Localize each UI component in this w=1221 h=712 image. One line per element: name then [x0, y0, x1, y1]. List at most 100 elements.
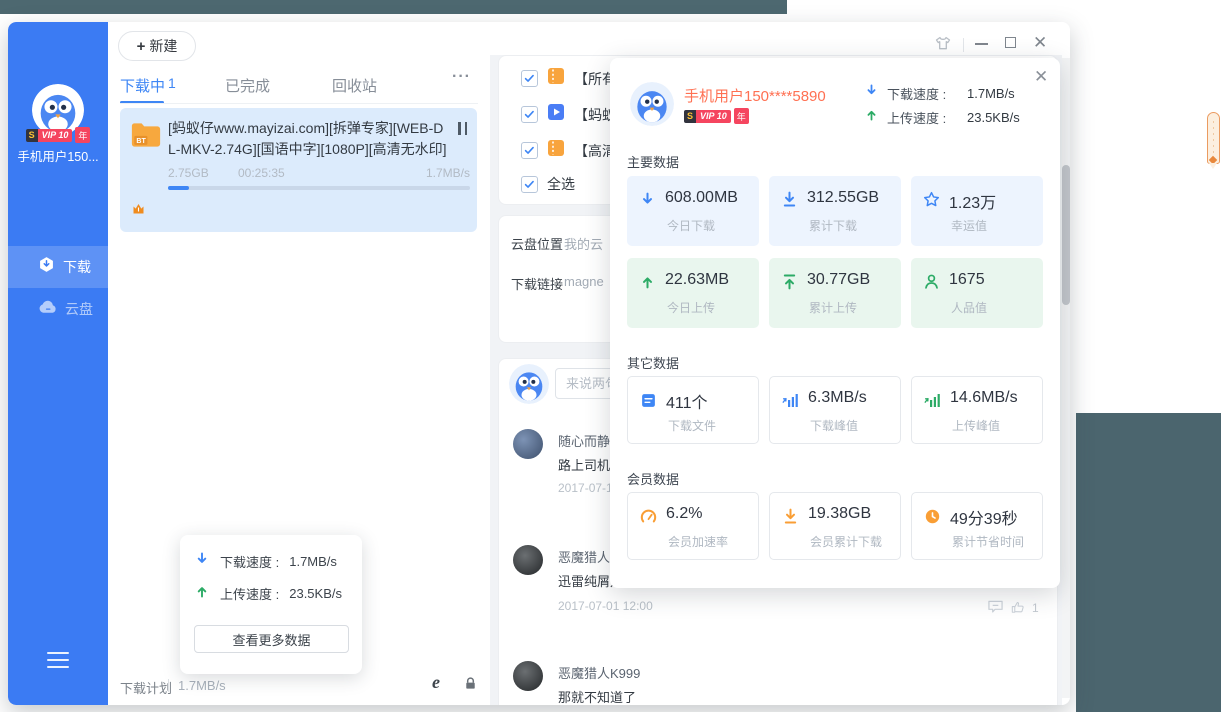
- new-task-label: 新建: [149, 36, 177, 56]
- download-plan-label[interactable]: 下载计划: [120, 678, 172, 697]
- view-more-data-button[interactable]: 查看更多数据: [194, 625, 349, 653]
- minimize-button[interactable]: [975, 43, 988, 45]
- speedometer-icon: [640, 508, 657, 530]
- section-other-data: 其它数据: [627, 353, 679, 372]
- popup-upload-label: 上传速度 :: [220, 584, 279, 603]
- stat-value: 14.6MB/s: [950, 389, 1018, 407]
- vip-coin-icon: S: [684, 110, 696, 123]
- lock-icon[interactable]: [463, 676, 478, 696]
- select-all-row: 全选: [521, 174, 575, 194]
- download-hexagon-icon: [38, 256, 55, 278]
- app-window: SVIP 10年 手机用户150... 下载 云盘 + 新建 ✕ 下载中 1 已…: [8, 22, 1070, 705]
- maximize-button[interactable]: [1005, 37, 1016, 48]
- download-arrow-icon: [639, 191, 656, 213]
- task-size: 2.75GB: [168, 166, 209, 180]
- plus-icon: +: [137, 38, 146, 55]
- upload-arrow-icon: [194, 583, 210, 604]
- cloud-location-label: 云盘位置: [511, 234, 563, 253]
- sidebar-item-download[interactable]: 下载: [8, 246, 108, 288]
- stat-label: 会员加速率: [668, 533, 728, 550]
- checkbox-checked[interactable]: [521, 106, 538, 123]
- sidebar-username: 手机用户150...: [8, 146, 108, 165]
- progress-fill: [168, 186, 189, 190]
- chart-peak-icon: [782, 392, 799, 413]
- commenter-avatar[interactable]: [513, 429, 543, 459]
- download-to-bar-icon: [781, 191, 798, 213]
- stat-label: 人品值: [951, 299, 987, 316]
- dialog-download-value: 1.7MB/s: [967, 86, 1015, 101]
- tab-recycle-bin[interactable]: 回收站: [332, 75, 377, 96]
- section-member-data: 会员数据: [627, 469, 679, 488]
- scrollbar-thumb[interactable]: [1062, 165, 1070, 305]
- hamburger-menu-icon[interactable]: [47, 652, 69, 673]
- widget-dots: [1213, 121, 1214, 155]
- user-stats-dialog: ✕ 手机用户150****5890 SVIP 10年 下载速度 : 1.7MB/…: [610, 58, 1060, 588]
- bt-folder-icon: BT: [130, 120, 162, 154]
- stat-card-file-count: 411个 下载文件: [627, 376, 759, 444]
- sidebar: SVIP 10年 手机用户150... 下载 云盘: [8, 22, 108, 705]
- cloud-location-value[interactable]: 我的云: [564, 234, 603, 253]
- reply-bubble-icon[interactable]: [987, 599, 1004, 617]
- commenter-name[interactable]: 恶魔猎人K999: [558, 663, 640, 682]
- tab-completed[interactable]: 已完成: [225, 75, 270, 96]
- stat-label: 下载文件: [668, 417, 716, 434]
- person-icon: [923, 273, 940, 295]
- clock-icon: [924, 508, 941, 530]
- stat-label: 下载峰值: [810, 417, 858, 434]
- new-task-button[interactable]: + 新建: [118, 31, 196, 61]
- sidebar-cloud-label: 云盘: [65, 299, 93, 319]
- stat-value: 19.38GB: [808, 505, 871, 523]
- stat-value: 49分39秒: [950, 505, 1018, 529]
- more-options-icon[interactable]: ···: [452, 68, 471, 86]
- checkbox-select-all[interactable]: [521, 176, 538, 193]
- vip-level-badge: VIP 10: [38, 129, 73, 142]
- stat-value: 6.2%: [666, 505, 702, 523]
- stat-card-download-peak: 6.3MB/s 下载峰值: [769, 376, 901, 444]
- commenter-avatar[interactable]: [513, 545, 543, 575]
- stat-value: 30.77GB: [807, 271, 870, 289]
- download-task-row[interactable]: BT [蚂蚁仔www.mayizai.com][拆弹专家][WEB-DL-MKV…: [120, 108, 477, 232]
- dialog-vip-badge: SVIP 10年: [684, 108, 749, 124]
- vip-badge: SVIP 10年: [8, 127, 108, 143]
- tab-divider: [120, 103, 478, 104]
- dialog-avatar: [630, 82, 674, 126]
- video-file-icon: [547, 103, 565, 126]
- download-link-label: 下载链接: [511, 274, 563, 293]
- tab-downloading[interactable]: 下载中: [120, 75, 165, 96]
- stat-card-member-boost: 6.2% 会员加速率: [627, 492, 759, 560]
- scrollbar-track[interactable]: [1062, 58, 1070, 698]
- commenter-avatar[interactable]: [513, 661, 543, 691]
- commenter-name[interactable]: 随心而静: [558, 431, 610, 450]
- dialog-upload-value: 23.5KB/s: [967, 110, 1020, 125]
- status-separator: [168, 679, 169, 692]
- speed-popup: 下载速度 : 1.7MB/s 上传速度 : 23.5KB/s 查看更多数据: [180, 535, 362, 674]
- stat-label: 今日下载: [667, 217, 715, 234]
- download-arrow-icon: [864, 83, 879, 103]
- floating-sidebar-widget[interactable]: [1207, 112, 1220, 164]
- checkbox-checked[interactable]: [521, 142, 538, 159]
- sidebar-download-label: 下载: [63, 257, 91, 277]
- stat-card-today-upload: 22.63MB 今日上传: [627, 258, 759, 328]
- vip-level-badge: VIP 10: [696, 110, 731, 123]
- browser-e-icon[interactable]: e: [432, 672, 440, 693]
- task-eta: 00:25:35: [238, 166, 285, 180]
- upload-arrow-icon: [864, 107, 879, 127]
- section-main-data: 主要数据: [627, 152, 679, 171]
- chart-peak-icon: [924, 392, 941, 413]
- stat-label: 累计下载: [809, 217, 857, 234]
- download-link-value[interactable]: magne: [564, 274, 604, 289]
- stat-label: 幸运值: [951, 217, 987, 234]
- stat-label: 今日上传: [667, 299, 715, 316]
- popup-download-value: 1.7MB/s: [289, 554, 337, 569]
- sidebar-item-cloud[interactable]: 云盘: [8, 288, 108, 330]
- pause-button[interactable]: [458, 122, 467, 135]
- vip-year-badge: 年: [75, 127, 90, 143]
- dialog-close-icon[interactable]: ✕: [1034, 67, 1048, 87]
- close-button[interactable]: ✕: [1033, 33, 1047, 53]
- stat-card-luck: 1.23万 幸运值: [911, 176, 1043, 246]
- comment-date: 2017-07-1: [558, 481, 613, 495]
- stat-card-time-saved: 49分39秒 累计节省时间: [911, 492, 1043, 560]
- checkbox-checked[interactable]: [521, 70, 538, 87]
- thumbs-up-icon[interactable]: [1010, 600, 1026, 617]
- dialog-download-label: 下载速度 :: [887, 84, 959, 103]
